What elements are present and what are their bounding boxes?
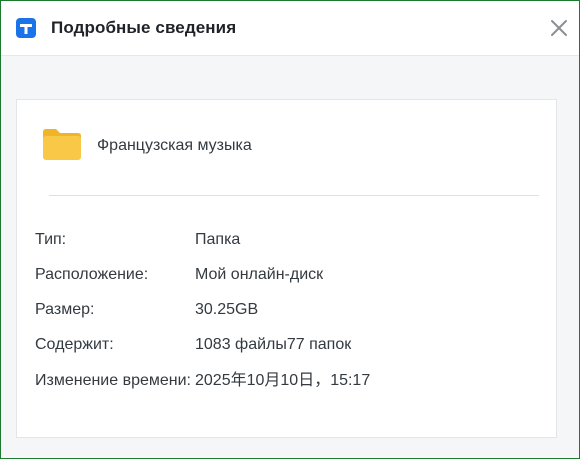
details-dialog: Подробные сведения Французская музыка Ти… xyxy=(0,0,580,459)
detail-label-type: Тип: xyxy=(35,231,67,248)
detail-label-contains: Содержит: xyxy=(35,336,114,353)
app-logo-icon xyxy=(16,18,36,38)
details-panel: Французская музыка Тип: Папка Расположен… xyxy=(16,99,557,438)
title-bar: Подробные сведения xyxy=(1,1,579,56)
close-icon[interactable] xyxy=(547,16,571,40)
detail-value-contains: 1083 файлы77 папок xyxy=(195,336,352,353)
detail-label-modified: Изменение времени: xyxy=(35,372,191,389)
detail-label-location: Расположение: xyxy=(35,266,149,283)
dialog-title: Подробные сведения xyxy=(51,18,237,37)
detail-value-location: Мой онлайн-диск xyxy=(195,266,324,283)
detail-label-size: Размер: xyxy=(35,301,95,318)
detail-value-modified: 2025年10月10日，15:17 xyxy=(195,372,371,389)
folder-name: Французская музыка xyxy=(97,137,252,154)
folder-icon xyxy=(43,129,81,160)
divider xyxy=(49,195,539,196)
detail-value-type: Папка xyxy=(195,231,241,248)
detail-value-size: 30.25GB xyxy=(195,301,259,318)
